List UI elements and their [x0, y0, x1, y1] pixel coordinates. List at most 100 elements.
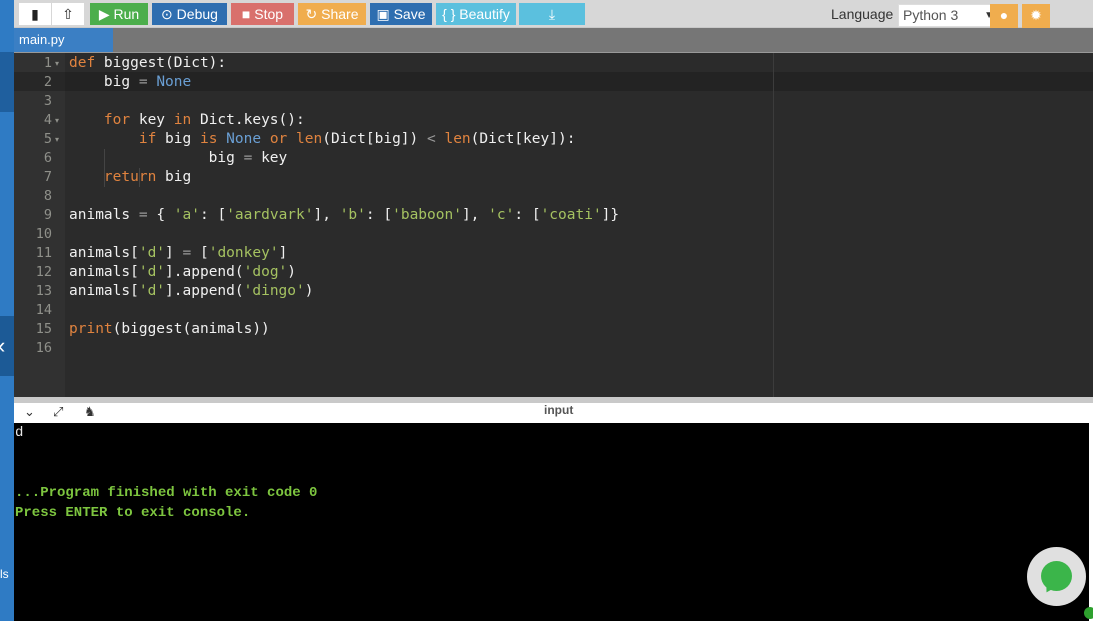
sidebar-section [0, 52, 14, 112]
code-token: is [199, 131, 227, 147]
upload-button[interactable]: ⇧ [52, 3, 84, 25]
code-token: big [69, 74, 139, 90]
line-number: 9 [43, 207, 52, 223]
chevron-down-icon[interactable]: ⌄ [24, 404, 35, 420]
code-token: (Dict[key]): [470, 131, 576, 147]
code-line[interactable]: animals['d'].append('dingo') [69, 282, 313, 301]
line-number: 11 [35, 245, 52, 261]
code-token: animals[ [69, 245, 139, 261]
fold-arrow-icon[interactable]: ▾ [55, 130, 59, 149]
upload-cloud-icon: ⇧ [62, 6, 74, 22]
code-token: key [138, 112, 174, 128]
line-number: 16 [35, 340, 52, 356]
line-number: 13 [35, 283, 52, 299]
language-value: Python 3 [903, 7, 959, 23]
download-button[interactable]: ⤓ [519, 3, 585, 25]
line-number: 4 [43, 112, 52, 128]
code-line[interactable]: animals['d'].append('dog') [69, 263, 296, 282]
code-token: = [138, 207, 157, 223]
line-number: 1 [43, 55, 52, 71]
info-button[interactable]: ● [990, 4, 1018, 28]
print-margin [773, 53, 774, 397]
info-icon: ● [999, 7, 1009, 23]
share-button[interactable]: ↻ Share [298, 3, 366, 25]
code-line[interactable]: return big [69, 168, 191, 187]
code-token: 'b' [339, 207, 366, 223]
code-line[interactable]: animals['d'] = ['donkey'] [69, 244, 287, 263]
code-token: animals [69, 207, 139, 223]
toolbar: ▮ ⇧ ▶ Run ⊙ Debug ■ Stop ↻ Share ▣ Save … [14, 0, 1093, 28]
console-output[interactable]: d ...Program finished with exit code 0 Pre… [14, 423, 1089, 621]
stop-label: Stop [254, 6, 284, 22]
code-line[interactable]: animals = { 'a': ['aardvark'], 'b': ['ba… [69, 206, 619, 225]
code-token: ) [287, 264, 297, 280]
code-token: big [165, 169, 192, 185]
save-label: Save [393, 6, 426, 22]
save-button[interactable]: ▣ Save [370, 3, 432, 25]
new-file-button[interactable]: ▮ [19, 3, 51, 25]
code-token: biggest(Dict): [103, 55, 227, 71]
code-token: big [165, 131, 200, 147]
sidebar-text[interactable]: ls [0, 567, 9, 581]
expand-icon[interactable]: ⤢ [53, 404, 63, 420]
code-token: animals[ [69, 283, 139, 299]
code-token: ) [304, 283, 314, 299]
console-line: ...Program finished with exit code 0 [15, 485, 318, 501]
code-token: 'baboon' [392, 207, 462, 223]
language-label: Language [831, 6, 894, 22]
fold-arrow-icon[interactable]: ▾ [55, 111, 59, 130]
fold-arrow-icon[interactable]: ▾ [55, 54, 59, 73]
code-token: = [138, 74, 157, 90]
debug-button[interactable]: ⊙ Debug [152, 3, 227, 25]
language-select[interactable]: Python 3▼ [898, 4, 1000, 27]
code-token: ]} [601, 207, 620, 223]
code-line[interactable]: def biggest(Dict): [69, 54, 226, 73]
code-token: key [261, 150, 288, 166]
code-token: len [444, 131, 471, 147]
code-token: ] [278, 245, 288, 261]
code-token: (biggest(animals)) [112, 321, 270, 337]
download-icon: ⤓ [548, 6, 556, 22]
code-token: or [269, 131, 297, 147]
code-token: print [69, 321, 113, 337]
code-token: 'aardvark' [226, 207, 314, 223]
settings-button[interactable]: ✹ [1022, 4, 1050, 28]
code-token: 'c' [488, 207, 515, 223]
beautify-label: { } Beautify [442, 6, 510, 22]
code-token: in [173, 112, 200, 128]
stop-button[interactable]: ■ Stop [231, 3, 294, 25]
code-token: animals[ [69, 264, 139, 280]
play-icon: ▶ [98, 6, 114, 22]
indent-guide [104, 149, 105, 187]
code-token: ].append( [165, 264, 244, 280]
console-line: Press ENTER to exit console. [15, 505, 251, 521]
code-line[interactable]: big = key [69, 149, 288, 168]
code-token: Dict.keys(): [199, 112, 305, 128]
notification-badge [1084, 607, 1093, 619]
code-token: 'dingo' [243, 283, 305, 299]
tab-main-py[interactable]: main.py [14, 28, 113, 52]
code-editor[interactable]: 1 ▾ def biggest(Dict): 2 big = None 3 4 ▾ for … [14, 53, 1093, 397]
code-token: ] [165, 245, 183, 261]
file-tab-bar: main.py [14, 28, 1093, 53]
save-icon: ▣ [376, 6, 394, 22]
share-label: Share [321, 6, 359, 22]
code-line[interactable]: print(biggest(animals)) [69, 320, 270, 339]
code-token: = [243, 150, 262, 166]
line-number: 14 [35, 302, 52, 318]
indent-guide [139, 168, 140, 187]
beautify-button[interactable]: { } Beautify [436, 3, 516, 25]
clear-console-icon[interactable]: ♞ [84, 404, 96, 420]
collapse-sidebar-icon[interactable]: ‹ [0, 333, 5, 359]
code-line[interactable]: if big is None or len(Dict[big]) < len(D… [69, 130, 576, 149]
code-line[interactable]: for key in Dict.keys(): [69, 111, 305, 130]
code-token: None [226, 131, 270, 147]
chat-widget-button[interactable] [1027, 547, 1086, 606]
run-button[interactable]: ▶ Run [90, 3, 148, 25]
code-token: 'd' [138, 264, 166, 280]
console-line: d [15, 425, 24, 441]
line-number: 5 [43, 131, 52, 147]
code-line[interactable]: big = None [69, 73, 191, 92]
code-token: def [69, 55, 104, 71]
